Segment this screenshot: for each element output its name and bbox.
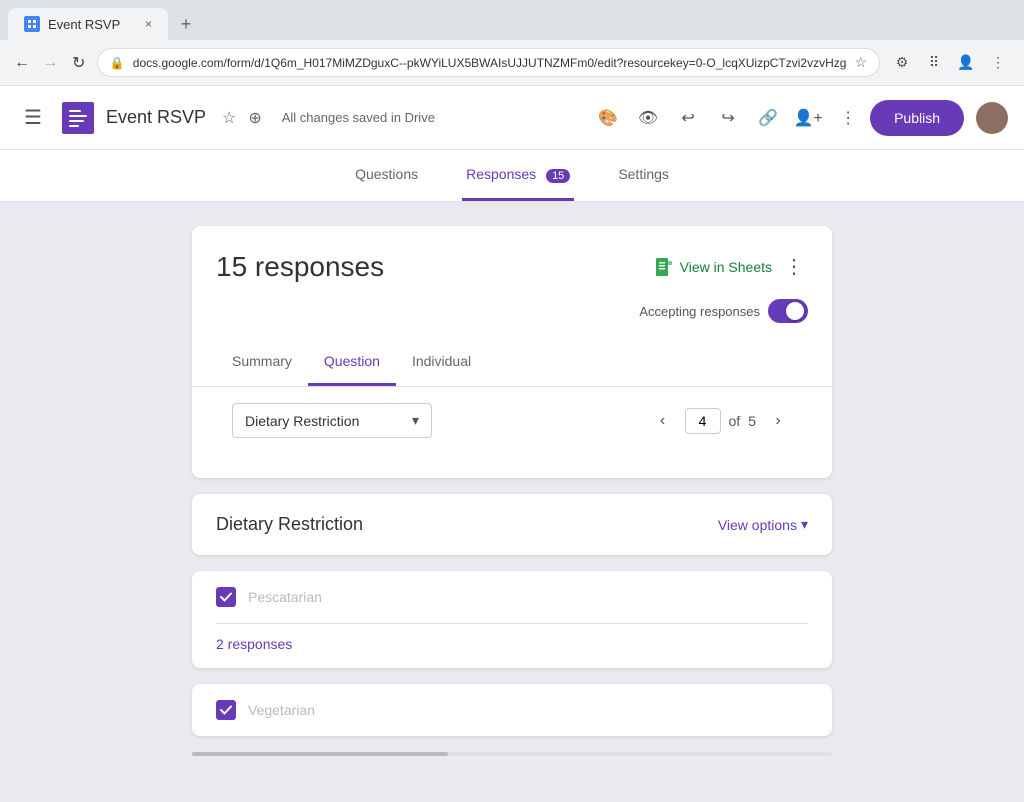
accepting-row: Accepting responses	[216, 299, 808, 323]
checkbox-checked-icon	[216, 587, 236, 607]
move-to-drive-icon[interactable]: ⊕	[244, 104, 265, 132]
tab-close-icon[interactable]: ×	[145, 17, 152, 31]
chevron-down-icon: ▾	[412, 412, 419, 429]
sub-tabs: Summary Question Individual	[192, 339, 832, 387]
response-count: 15 responses	[216, 251, 384, 283]
browser-tab-active[interactable]: Event RSVP ×	[8, 8, 168, 40]
option-card-pescatarian: Pescatarian 2 responses	[192, 571, 832, 668]
hamburger-menu-icon[interactable]: ☰	[16, 97, 50, 138]
app-logo	[62, 102, 94, 134]
response-count-row: 15 responses View in Sheets ⋮	[216, 250, 808, 283]
url-text: docs.google.com/form/d/1Q6m_H017MiMZDgux…	[133, 56, 847, 70]
next-page-button[interactable]: ›	[764, 407, 792, 435]
avatar[interactable]	[976, 102, 1008, 134]
header-actions: 🎨 👁 ↩ ↪ 🔗 👤+ ⋮ Publish	[590, 100, 1008, 136]
browser-nav-icons: ⚙ ⠿ 👤 ⋮	[888, 49, 1012, 77]
sub-tab-question[interactable]: Question	[308, 339, 396, 386]
checkbox-checked-vegetarian-icon	[216, 700, 236, 720]
extensions-icon[interactable]: ⚙	[888, 49, 916, 77]
lock-icon: 🔒	[110, 56, 125, 70]
forward-button[interactable]: →	[40, 49, 60, 77]
account-icon[interactable]: 👤	[952, 49, 980, 77]
responses-badge: 15	[546, 169, 570, 183]
app-header: ☰ Event RSVP ☆ ⊕ All changes saved in Dr…	[0, 86, 1024, 150]
main-tabs: Questions Responses 15 Settings	[0, 150, 1024, 202]
accepting-label: Accepting responses	[639, 304, 760, 319]
scroll-thumb	[192, 752, 448, 756]
page-of-label: of	[729, 413, 741, 429]
app-title: Event RSVP	[106, 107, 206, 128]
page-input[interactable]	[685, 408, 721, 434]
section-title: Dietary Restriction	[216, 514, 363, 535]
new-tab-button[interactable]: +	[172, 10, 200, 38]
browser-tabs: Event RSVP × +	[0, 0, 1024, 40]
url-bar[interactable]: 🔒 docs.google.com/form/d/1Q6m_H017MiMZDg…	[97, 48, 880, 77]
question-selector-row: Dietary Restriction ▾ ‹ of 5 ›	[216, 387, 808, 454]
view-in-sheets-button[interactable]: View in Sheets	[654, 257, 772, 277]
bookmark-icon[interactable]: ☆	[854, 54, 867, 71]
tab-responses[interactable]: Responses 15	[462, 150, 574, 201]
link-icon[interactable]: 🔗	[750, 100, 786, 136]
tab-settings[interactable]: Settings	[614, 150, 673, 201]
page-total: 5	[748, 413, 756, 429]
star-icon[interactable]: ☆	[218, 104, 240, 132]
more-responses-button[interactable]: ⋮	[780, 250, 808, 283]
option-card-vegetarian: Vegetarian	[192, 684, 832, 736]
scroll-indicator	[192, 752, 832, 756]
section-title-card: Dietary Restriction View options ▾	[192, 494, 832, 555]
browser-chrome: Event RSVP × + ← → ↻ 🔒 docs.google.com/f…	[0, 0, 1024, 86]
sheets-icon	[654, 257, 674, 277]
save-status: All changes saved in Drive	[282, 110, 435, 125]
question-dropdown-label: Dietary Restriction	[245, 413, 359, 429]
responses-count-pescatarian[interactable]: 2 responses	[216, 636, 808, 652]
share-icon[interactable]: 👤+	[790, 100, 826, 136]
emoji-icon[interactable]: 🎨	[590, 100, 626, 136]
browser-nav: ← → ↻ 🔒 docs.google.com/form/d/1Q6m_H017…	[0, 40, 1024, 85]
option-row-vegetarian: Vegetarian	[216, 700, 808, 720]
refresh-button[interactable]: ↻	[69, 49, 89, 77]
chevron-down-icon: ▾	[801, 516, 808, 533]
pagination: ‹ of 5 ›	[649, 407, 792, 435]
option-row-pescatarian: Pescatarian	[216, 587, 808, 624]
back-button[interactable]: ←	[12, 49, 32, 77]
app-title-icons: ☆ ⊕	[218, 104, 266, 132]
prev-page-button[interactable]: ‹	[649, 407, 677, 435]
more-chrome-icon[interactable]: ⋮	[984, 49, 1012, 77]
question-dropdown[interactable]: Dietary Restriction ▾	[232, 403, 432, 438]
response-header-inner: 15 responses View in Sheets ⋮	[192, 226, 832, 478]
preview-icon[interactable]: 👁	[630, 100, 666, 136]
google-apps-icon[interactable]: ⠿	[920, 49, 948, 77]
tab-title: Event RSVP	[48, 17, 120, 32]
option-label-vegetarian: Vegetarian	[248, 702, 315, 718]
toggle-slider	[768, 299, 808, 323]
undo-icon[interactable]: ↩	[670, 100, 706, 136]
tab-favicon	[24, 16, 40, 32]
tab-questions[interactable]: Questions	[351, 150, 422, 201]
publish-button[interactable]: Publish	[870, 100, 964, 136]
section-header: Dietary Restriction View options ▾	[216, 514, 808, 535]
content-area: 15 responses View in Sheets ⋮	[0, 202, 1024, 802]
sub-tab-summary[interactable]: Summary	[216, 339, 308, 386]
option-label-pescatarian: Pescatarian	[248, 589, 322, 605]
response-header-card: 15 responses View in Sheets ⋮	[192, 226, 832, 478]
sub-tab-individual[interactable]: Individual	[396, 339, 487, 386]
accepting-toggle[interactable]	[768, 299, 808, 323]
more-actions-icon[interactable]: ⋮	[830, 100, 866, 136]
forms-logo-icon	[62, 102, 94, 134]
redo-icon[interactable]: ↪	[710, 100, 746, 136]
view-options-button[interactable]: View options ▾	[718, 516, 808, 533]
header-card-actions: View in Sheets ⋮	[654, 250, 808, 283]
